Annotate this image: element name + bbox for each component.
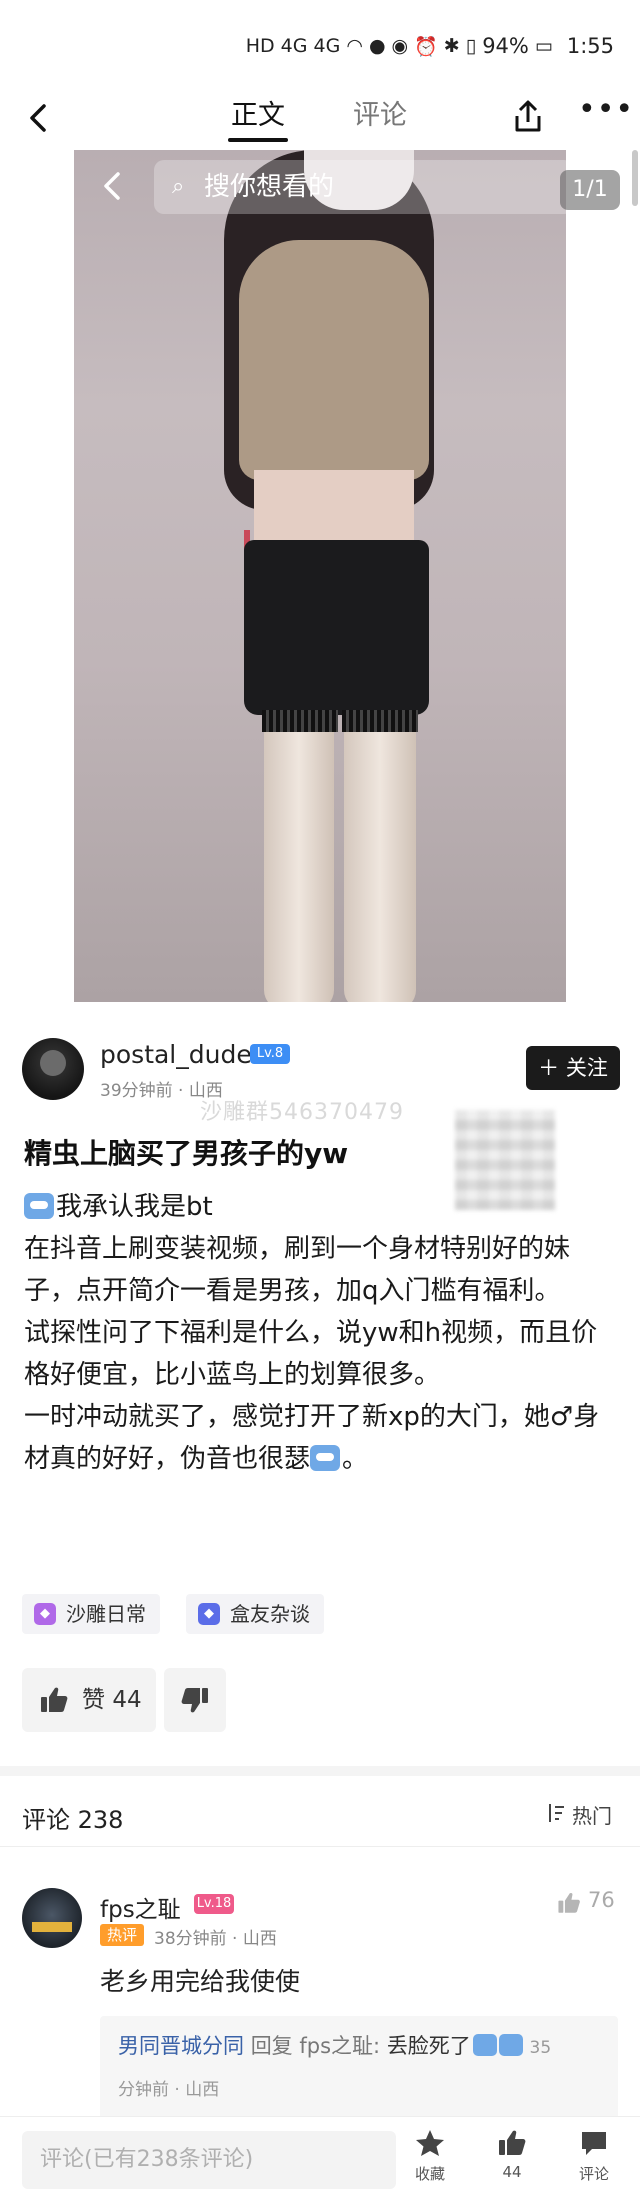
post-title: 精虫上脑买了男孩子的yw bbox=[24, 1137, 349, 1170]
comment-meta: 38分钟前 · 山西 bbox=[154, 1929, 277, 1949]
comment-bubble-icon bbox=[582, 2132, 606, 2155]
image-back-arrow-icon bbox=[94, 164, 134, 208]
scrollbar[interactable] bbox=[632, 150, 638, 206]
sort-label: 热门 bbox=[572, 1804, 612, 1828]
crying-emoji-icon bbox=[310, 1445, 341, 1471]
hot-comment-badge: 热评 bbox=[100, 1924, 144, 1946]
comment-input[interactable]: 评论(已有238条评论) bbox=[22, 2131, 396, 2189]
favorite-label: 收藏 bbox=[414, 2165, 445, 2183]
post-paragraph-2: 试探性问了下福利是什么，说yw和h视频，而且价格好便宜，比小蓝鸟上的划算很多。 bbox=[24, 1318, 598, 1390]
reply-verb: 回复 bbox=[250, 2034, 293, 2058]
dislike-button[interactable] bbox=[164, 1668, 226, 1732]
reply-target: fps之耻: bbox=[299, 2034, 381, 2058]
like-button[interactable]: 赞 44 bbox=[22, 1668, 156, 1732]
image-search-text: 搜你想看的 bbox=[204, 172, 335, 202]
reply-text: 丢脸死了 bbox=[386, 2034, 471, 2058]
thumbs-up-icon bbox=[499, 2130, 526, 2155]
thumbs-down-icon bbox=[181, 1688, 208, 1713]
watermark: 沙雕群546370479 bbox=[200, 1100, 404, 1125]
image-page-indicator: 1/1 bbox=[560, 170, 620, 210]
network-icon: HD 4G 4G bbox=[245, 35, 341, 57]
battery-percent: 94% bbox=[482, 34, 529, 58]
image-figure-leg-right bbox=[344, 710, 416, 1002]
tag-chip[interactable]: ◆ 盒友杂谈 bbox=[186, 1594, 324, 1634]
search-icon: ⌕ bbox=[172, 174, 185, 199]
post-line-1: 我承认我是bt bbox=[24, 1186, 620, 1228]
image-figure-top bbox=[239, 240, 429, 480]
bottom-comment-button[interactable]: 评论 bbox=[564, 2127, 624, 2184]
back-arrow-icon bbox=[30, 104, 46, 132]
bottom-like-button[interactable]: 44 bbox=[482, 2127, 542, 2181]
notification-icon: ● bbox=[368, 35, 386, 57]
top-nav-bar: 正文 评论 ••• bbox=[0, 92, 640, 150]
wifi-icon: ◠ bbox=[346, 35, 363, 57]
image-figure-leg-left bbox=[264, 710, 334, 1002]
author-level-badge: Lv.8 bbox=[250, 1044, 290, 1064]
tag-label: 盒友杂谈 bbox=[230, 1602, 310, 1626]
header-divider bbox=[0, 1846, 640, 1847]
like-label: 赞 bbox=[82, 1687, 105, 1713]
vibrate-icon: ▯ bbox=[465, 35, 477, 57]
section-divider bbox=[0, 1766, 640, 1776]
tag-chip[interactable]: ◆ 沙雕日常 bbox=[22, 1594, 160, 1634]
tab-main-text[interactable]: 正文 bbox=[228, 96, 288, 146]
reply-preview[interactable]: 男同晋城分同 回复 fps之耻: 丢脸死了 35 分钟前 · 山西 bbox=[100, 2016, 618, 2122]
post-image[interactable]: ⌕ 搜你想看的 bbox=[74, 150, 566, 1002]
commenter-avatar[interactable] bbox=[22, 1888, 82, 1948]
clock: 1:55 bbox=[566, 34, 614, 58]
author-name[interactable]: postal_dude bbox=[100, 1040, 252, 1069]
post-paragraph-3: 一时冲动就买了，感觉打开了新xp的大门，她♂身材真的好好，伪音也很瑟。 bbox=[24, 1402, 600, 1474]
thumbs-up-icon bbox=[558, 1892, 580, 1913]
comment-text: 老乡用完给我使使 bbox=[100, 1967, 301, 1996]
emoji-icon bbox=[498, 2034, 523, 2056]
favorite-button[interactable]: 收藏 bbox=[400, 2127, 460, 2184]
image-lace-left bbox=[262, 710, 338, 732]
reply-time-rest: 分钟前 · 山西 bbox=[118, 2080, 220, 2100]
emoji-icon bbox=[472, 2034, 497, 2056]
post-body: 我承认我是bt 在抖音上刷变装视频，刷到一个身材特别好的妹子，点开简介一看是男孩… bbox=[24, 1186, 620, 1480]
plus-icon: ＋ bbox=[538, 1056, 560, 1080]
more-options-button[interactable]: ••• bbox=[578, 95, 633, 130]
battery-icon: ▭ bbox=[534, 35, 553, 57]
tag-label: 沙雕日常 bbox=[66, 1602, 146, 1626]
comment-sort-button[interactable]: 热门 bbox=[546, 1800, 612, 1829]
like-count: 44 bbox=[112, 1687, 142, 1713]
reply-user[interactable]: 男同晋城分同 bbox=[118, 2034, 244, 2058]
bluetooth-icon: ✱ bbox=[443, 35, 460, 57]
crying-emoji-icon bbox=[24, 1193, 54, 1219]
thumbs-up-icon bbox=[41, 1687, 68, 1712]
follow-button[interactable]: ＋ 关注 bbox=[526, 1046, 620, 1090]
reply-time: 35 bbox=[529, 2038, 552, 2058]
alarm-icon: ⏰ bbox=[414, 35, 438, 58]
comment-like-count: 76 bbox=[588, 1888, 615, 1912]
bottom-like-count: 44 bbox=[502, 2163, 522, 2181]
post-paragraph-1: 在抖音上刷变装视频，刷到一个身材特别好的妹子，点开简介一看是男孩，加q入门槛有福… bbox=[24, 1234, 571, 1306]
image-figure-shorts bbox=[244, 540, 429, 715]
tag-icon: ◆ bbox=[34, 1603, 56, 1625]
more-dots-icon: ••• bbox=[578, 92, 635, 127]
tag-icon: ◆ bbox=[198, 1603, 220, 1625]
commenter-name[interactable]: fps之耻 bbox=[100, 1890, 181, 1924]
share-icon bbox=[515, 100, 541, 132]
image-lace-right bbox=[342, 710, 418, 732]
sort-icon bbox=[549, 1804, 564, 1822]
follow-label: 关注 bbox=[565, 1056, 608, 1080]
comments-count-header: 评论 238 bbox=[22, 1806, 124, 1834]
comment-like-button[interactable]: 76 bbox=[556, 1888, 615, 1913]
image-search-bar: ⌕ 搜你想看的 bbox=[154, 160, 566, 214]
author-avatar[interactable] bbox=[22, 1038, 84, 1100]
share-button[interactable] bbox=[508, 94, 548, 138]
eye-icon: ◉ bbox=[391, 35, 409, 57]
commenter-level-badge: Lv.18 bbox=[194, 1894, 234, 1914]
star-icon bbox=[416, 2130, 444, 2156]
bottom-action-bar: 评论(已有238条评论) 收藏 44 评论 bbox=[0, 2116, 640, 2203]
tab-comments[interactable]: 评论 bbox=[350, 96, 410, 146]
status-bar: HD 4G 4G ◠ ● ◉ ⏰ ✱ ▯ 94% ▭ 1:55 bbox=[0, 0, 640, 92]
back-button[interactable] bbox=[18, 96, 62, 140]
bottom-comment-label: 评论 bbox=[578, 2165, 609, 2183]
